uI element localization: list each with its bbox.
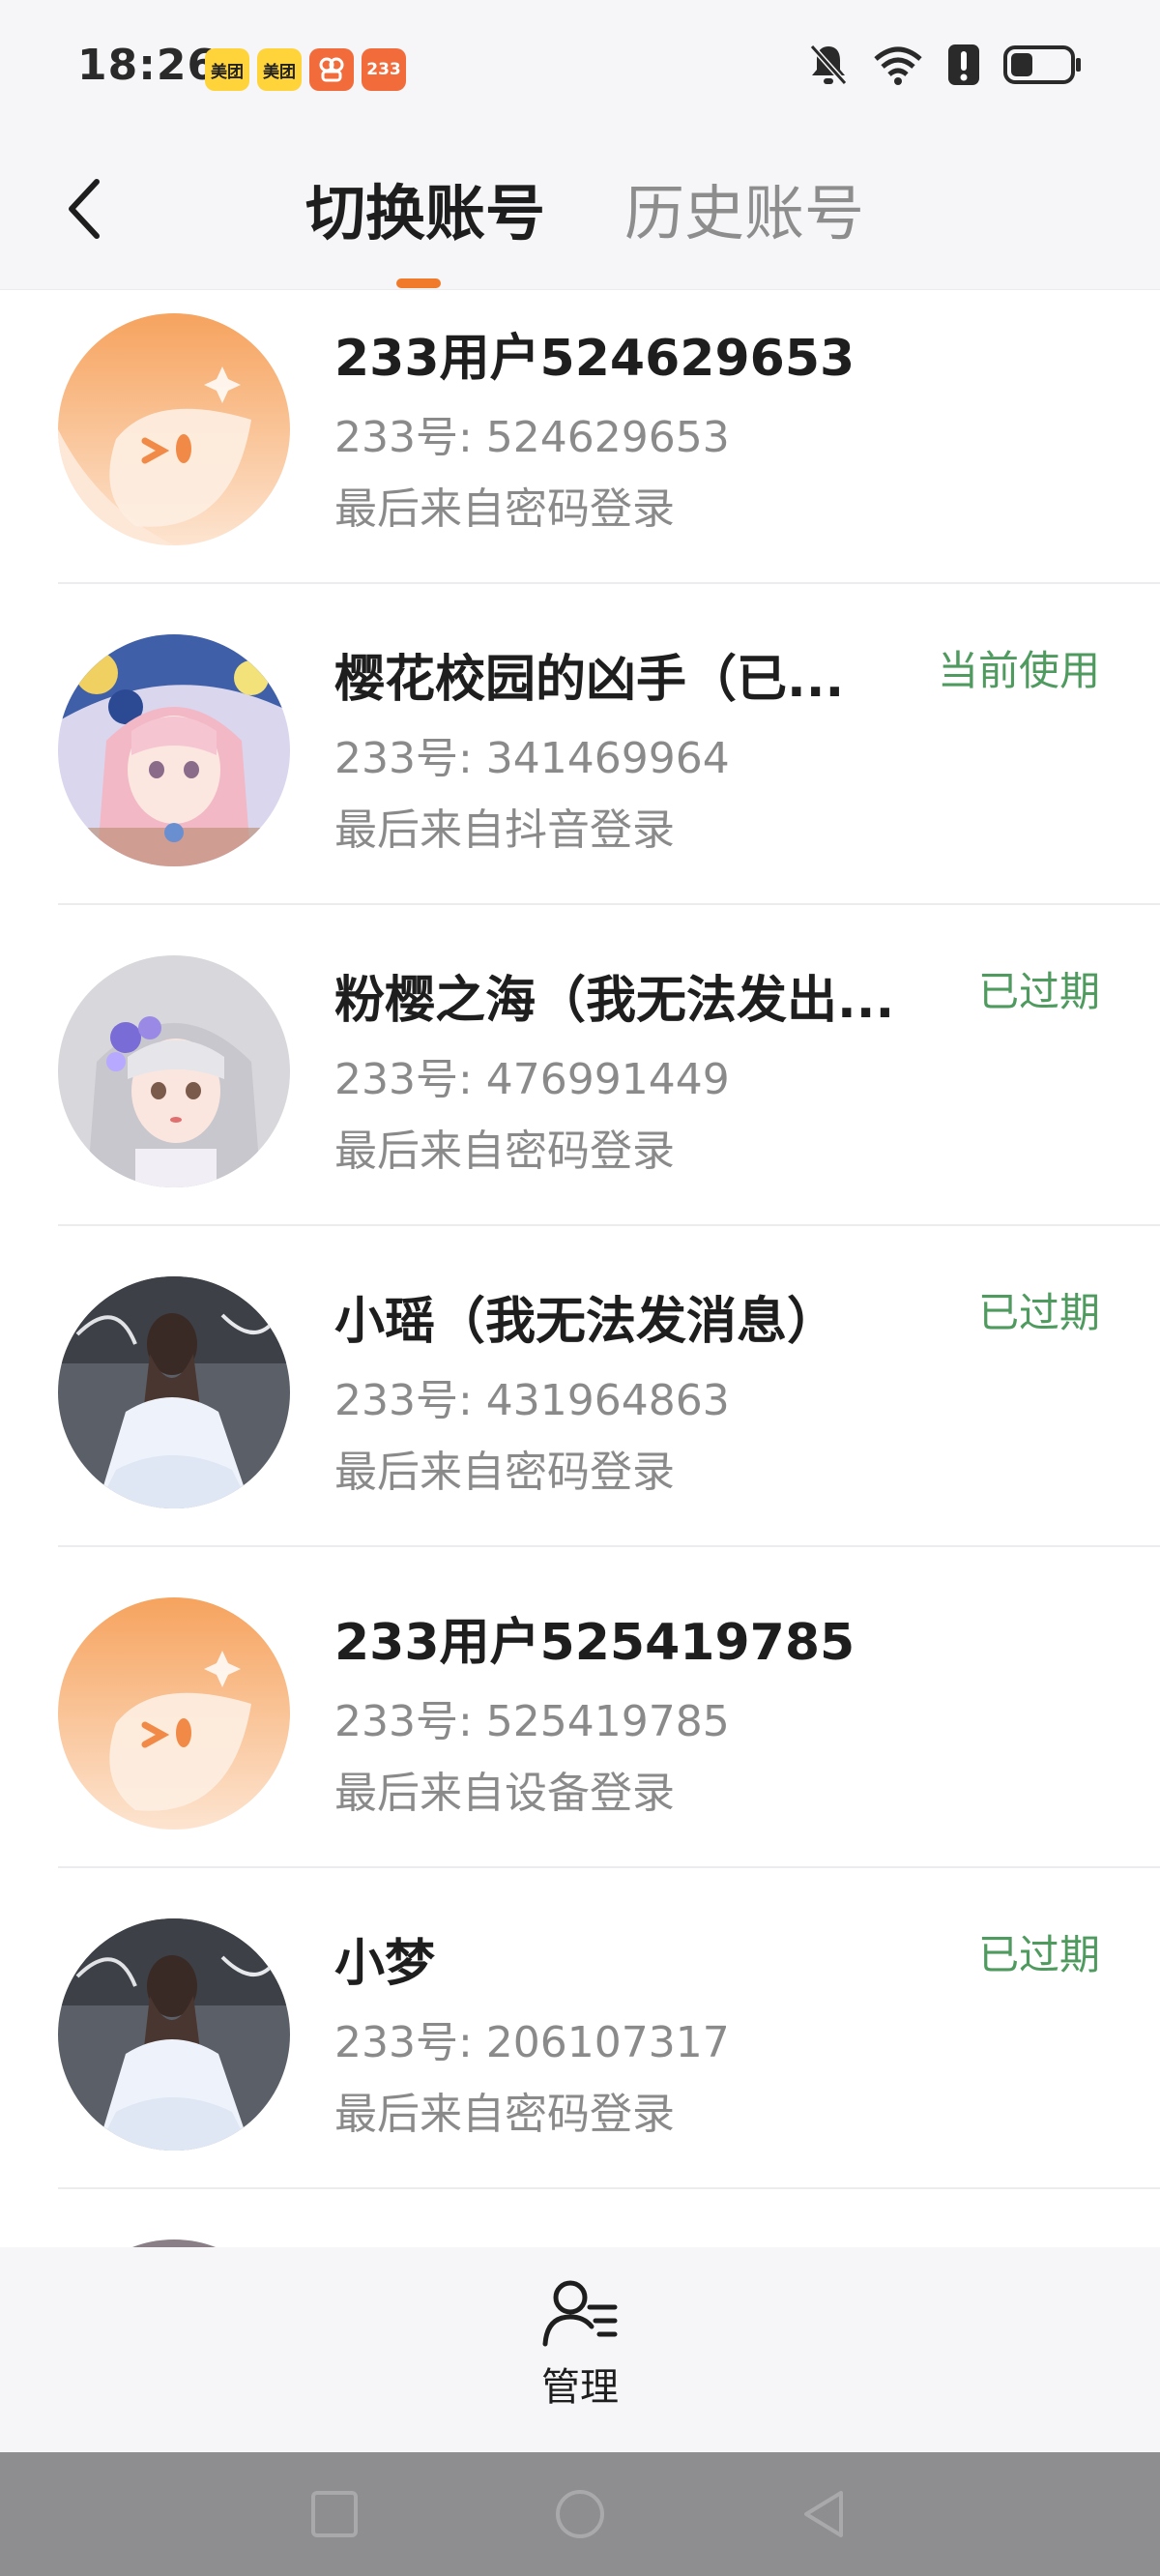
battery-icon	[1003, 44, 1083, 89]
manage-label: 管理	[541, 2365, 619, 2410]
account-name: 小梦	[334, 1935, 436, 1993]
wifi-icon	[872, 44, 924, 90]
account-id: 233号: 341469964	[334, 734, 730, 783]
tab-switch-account[interactable]: 切换账号	[305, 164, 545, 251]
tab-indicator	[396, 278, 441, 288]
account-status: 已过期	[977, 968, 1100, 1015]
account-status: 已过期	[977, 1289, 1100, 1336]
manage-bar: 管理	[0, 2247, 1160, 2452]
app-icon	[309, 48, 354, 91]
account-id: 233号: 476991449	[334, 1055, 730, 1104]
account-name: 粉樱之海（我无法发出...	[334, 972, 895, 1030]
header: 切换账号 历史账号	[0, 135, 1160, 290]
account-id: 233号: 206107317	[334, 2018, 730, 2067]
account-id: 233号: 525419785	[334, 1697, 730, 1746]
chevron-left-icon	[69, 179, 100, 239]
manage-button[interactable]: 管理	[522, 2276, 638, 2421]
status-app-icons: 美团 美团 233	[205, 48, 406, 91]
account-name: 233用户524629653	[334, 330, 856, 388]
account-id: 233号: 524629653	[334, 413, 730, 462]
circle-icon	[556, 2490, 604, 2538]
status-right-icons	[808, 43, 1083, 91]
user-list-icon	[542, 2280, 618, 2347]
account-row[interactable]: 粉樱之海（我无法发出... 233号: 476991449 最后来自密码登录 已…	[0, 905, 1160, 1226]
girl-white-dress-avatar	[58, 1918, 290, 2151]
anime-silver-hair-avatar	[58, 955, 290, 1187]
nav-back-button[interactable]	[795, 2483, 856, 2545]
status-time: 18:26	[77, 41, 218, 90]
account-login-source: 最后来自密码登录	[334, 1448, 675, 1497]
account-row[interactable]: 小瑶（我无法发消息） 233号: 431964863 最后来自密码登录 已过期	[0, 1226, 1160, 1547]
app-233-icon: 233	[362, 48, 406, 91]
avatar	[58, 2239, 290, 2247]
account-row[interactable]: 233用户525419785 233号: 525419785 最后来自设备登录	[0, 1547, 1160, 1868]
anime-pink-hair-avatar	[58, 634, 290, 866]
back-button[interactable]	[54, 170, 112, 248]
recents-button[interactable]	[304, 2483, 365, 2545]
default-orange-avatar	[58, 1597, 290, 1830]
account-login-source: 最后来自抖音登录	[334, 805, 675, 855]
account-name: 樱花校园的凶手（已...	[334, 651, 845, 709]
account-login-source: 最后来自设备登录	[334, 1769, 675, 1818]
meituan-icon: 美团	[205, 48, 249, 91]
girl-white-dress-avatar	[58, 1276, 290, 1508]
meituan-icon: 美团	[257, 48, 302, 91]
account-login-source: 最后来自密码登录	[334, 2090, 675, 2139]
account-login-source: 最后来自密码登录	[334, 484, 675, 534]
account-login-source: 最后来自密码登录	[334, 1127, 675, 1176]
square-icon	[311, 2491, 358, 2537]
default-orange-avatar	[58, 313, 290, 545]
system-nav-bar	[0, 2452, 1160, 2576]
account-row[interactable]: 樱花校园的凶手（已... 233号: 341469964 最后来自抖音登录 当前…	[0, 584, 1160, 905]
home-button[interactable]	[549, 2483, 611, 2545]
account-name: 233用户525419785	[334, 1614, 856, 1672]
account-row[interactable]: 233用户524629653 233号: 524629653 最后来自密码登录	[0, 290, 1160, 584]
mute-icon	[808, 43, 849, 91]
triangle-back-icon	[804, 2491, 843, 2537]
account-row[interactable]	[0, 2189, 1160, 2247]
account-row[interactable]: 小梦 233号: 206107317 最后来自密码登录 已过期	[0, 1868, 1160, 2189]
account-name: 小瑶（我无法发消息）	[334, 1293, 838, 1351]
account-id: 233号: 431964863	[334, 1376, 730, 1425]
status-bar: 18:26 美团 美团 233	[0, 0, 1160, 135]
account-list: 233用户524629653 233号: 524629653 最后来自密码登录	[0, 290, 1160, 2247]
alert-icon	[947, 44, 980, 90]
account-status: 当前使用	[937, 647, 1100, 694]
tab-history-account[interactable]: 历史账号	[624, 164, 864, 251]
account-status: 已过期	[977, 1931, 1100, 1978]
